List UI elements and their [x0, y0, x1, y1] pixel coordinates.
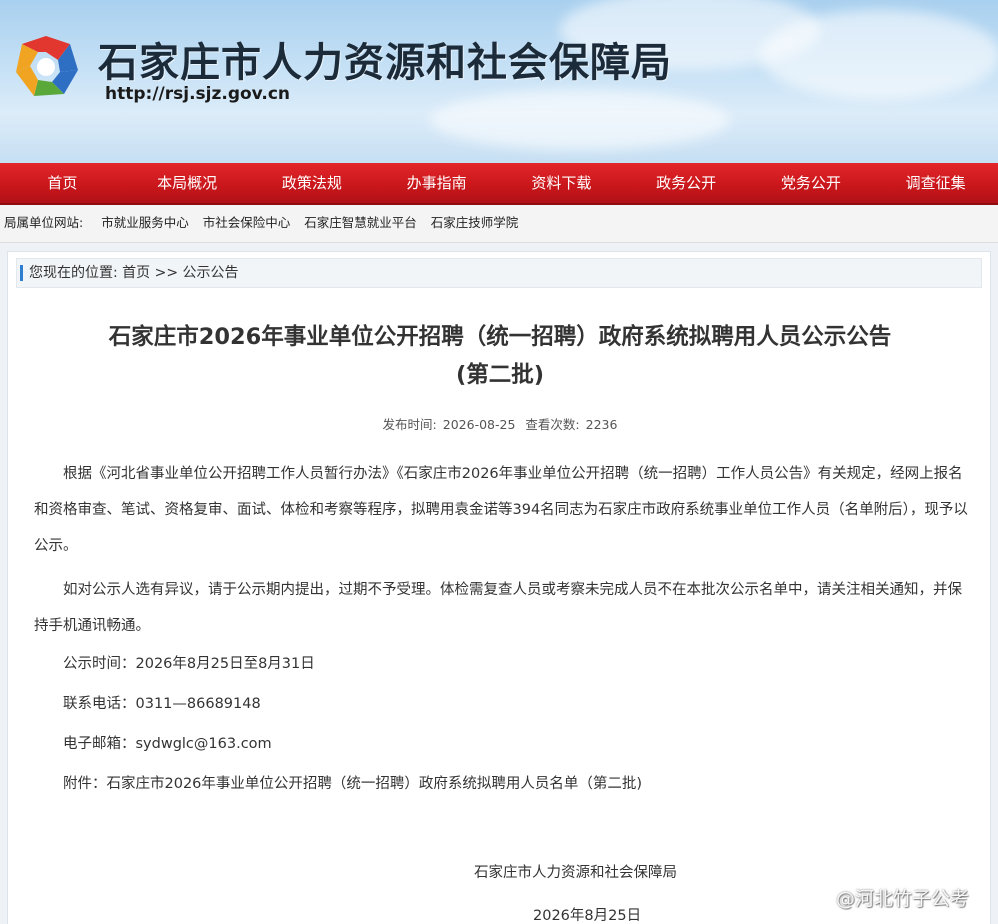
cloud-decoration	[760, 10, 998, 100]
article-paragraph-2: 如对公示人选有异议，请于公示期内提出，过期不予受理。体检需复查人员或考察未完成人…	[34, 582, 962, 634]
cloud-decoration	[430, 90, 730, 150]
contact-email: 电子邮箱：sydwglc@163.com	[63, 736, 272, 752]
content-panel: 您现在的位置: 首页 >> 公示公告 石家庄市2026年事业单位公开招聘（统一招…	[7, 251, 991, 924]
breadcrumb-separator: >>	[154, 265, 179, 281]
nav-item-survey[interactable]: 调查征集	[873, 163, 998, 203]
weibo-icon	[806, 889, 830, 907]
article-title: 石家庄市2026年事业单位公开招聘（统一招聘）政府系统拟聘用人员公示公告 (第二…	[8, 318, 992, 394]
views-label: 查看次数:	[525, 417, 580, 432]
breadcrumb: 您现在的位置: 首页 >> 公示公告	[16, 258, 982, 288]
affiliate-link-social-insurance[interactable]: 市社会保险中心	[203, 215, 291, 230]
breadcrumb-prefix: 您现在的位置:	[29, 265, 118, 281]
affiliate-link-technician-college[interactable]: 石家庄技师学院	[431, 215, 519, 230]
affiliate-label: 局属单位网站:	[4, 215, 84, 230]
views-count: 2236	[585, 417, 618, 432]
affiliate-link-smart-employment[interactable]: 石家庄智慧就业平台	[304, 215, 417, 230]
breadcrumb-home-link[interactable]: 首页	[122, 265, 150, 281]
main-nav: 首页 本局概况 政策法规 办事指南 资料下载 政务公开 党务公开 调查征集	[0, 163, 998, 205]
attachment-link[interactable]: 石家庄市2026年事业单位公开招聘（统一招聘）政府系统拟聘用人员名单（第二批)	[107, 776, 643, 792]
affiliate-link-employment-center[interactable]: 市就业服务中心	[101, 215, 189, 230]
contact-phone: 联系电话：0311—86689148	[63, 696, 261, 712]
article-meta: 发布时间: 2026-08-25 查看次数: 2236	[8, 414, 992, 433]
breadcrumb-current-link[interactable]: 公示公告	[183, 265, 239, 281]
attachment-row: 附件：石家庄市2026年事业单位公开招聘（统一招聘）政府系统拟聘用人员名单（第二…	[34, 764, 974, 804]
nav-item-home[interactable]: 首页	[0, 163, 125, 203]
bureau-logo-icon	[16, 36, 78, 96]
article-title-line1: 石家庄市2026年事业单位公开招聘（统一招聘）政府系统拟聘用人员公示公告	[108, 324, 892, 350]
site-url[interactable]: http://rsj.sjz.gov.cn	[105, 84, 290, 104]
nav-item-policy[interactable]: 政策法规	[250, 163, 375, 203]
site-title: 石家庄市人力资源和社会保障局	[98, 39, 672, 86]
publicity-period: 公示时间：2026年8月25日至8月31日	[63, 656, 315, 672]
affiliate-links-bar: 局属单位网站: 市就业服务中心 市社会保险中心 石家庄智慧就业平台 石家庄技师学…	[0, 205, 998, 243]
publish-date: 2026-08-25	[442, 417, 516, 432]
signature-organization: 石家庄市人力资源和社会保障局	[474, 865, 677, 881]
article-title-line2: (第二批)	[455, 362, 545, 388]
attachment-label: 附件：	[63, 776, 107, 792]
nav-item-overview[interactable]: 本局概况	[125, 163, 250, 203]
site-header: 石家庄市人力资源和社会保障局 http://rsj.sjz.gov.cn	[0, 0, 998, 163]
watermark: @河北竹子公考	[806, 884, 969, 911]
nav-item-guide[interactable]: 办事指南	[374, 163, 499, 203]
article-paragraph-1: 根据《河北省事业单位公开招聘工作人员暂行办法》《石家庄市2026年事业单位公开招…	[34, 466, 968, 554]
nav-item-gov-affairs[interactable]: 政务公开	[624, 163, 749, 203]
publish-label: 发布时间:	[382, 417, 437, 432]
signature-date: 2026年8月25日	[533, 908, 642, 924]
nav-item-downloads[interactable]: 资料下载	[499, 163, 624, 203]
article-body: 根据《河北省事业单位公开招聘工作人员暂行办法》《石家庄市2026年事业单位公开招…	[34, 456, 974, 804]
breadcrumb-accent-bar	[20, 265, 23, 281]
watermark-text: @河北竹子公考	[836, 888, 970, 910]
nav-item-party-affairs[interactable]: 党务公开	[749, 163, 874, 203]
